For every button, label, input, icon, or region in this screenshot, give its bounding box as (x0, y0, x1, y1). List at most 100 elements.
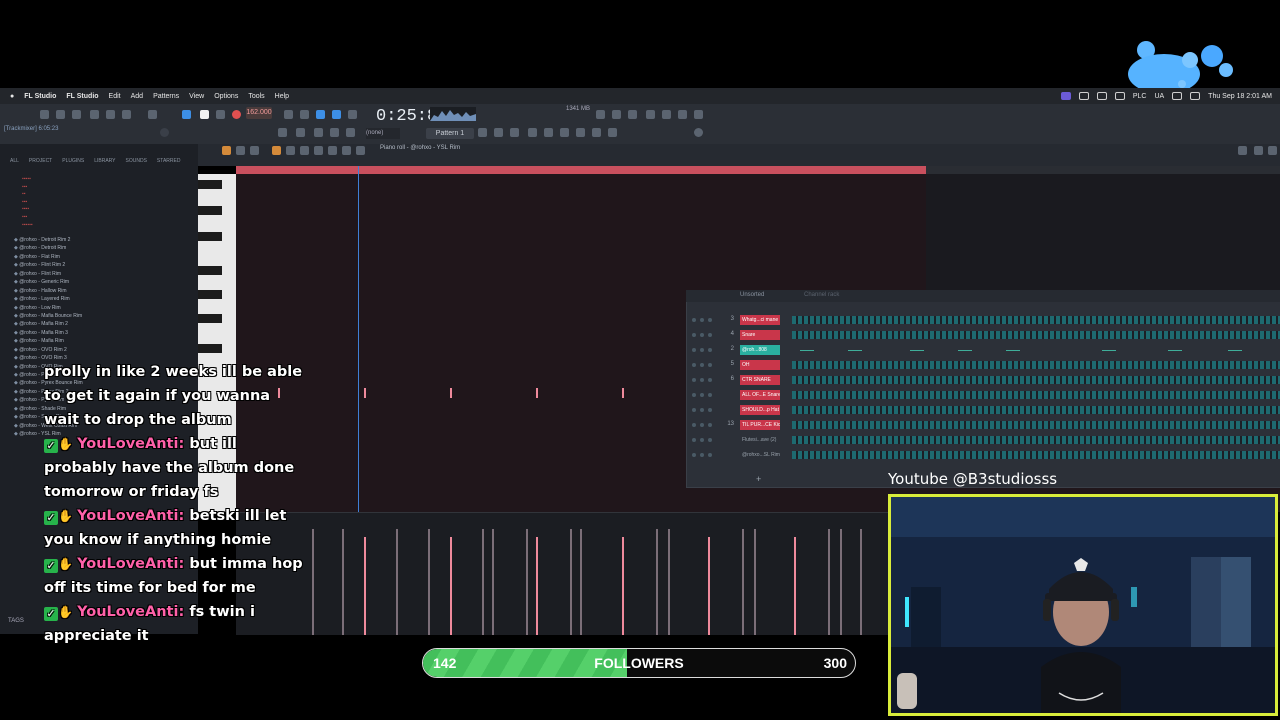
channel-name-button[interactable]: CTR SNARE (740, 375, 780, 385)
velocity-bar[interactable] (742, 529, 744, 635)
menu-fl-studio[interactable]: FL Studio (66, 93, 98, 100)
channel-controls[interactable] (692, 348, 716, 352)
menu-patterns[interactable]: Patterns (153, 93, 179, 100)
wifi-icon[interactable] (1172, 92, 1183, 100)
browser-file-item[interactable]: @rohxo - Flat Rim (14, 253, 194, 261)
browser-folder[interactable]: ▪▪▪▪▪▪ (10, 222, 70, 230)
browser-folder[interactable]: ▪▪ (10, 191, 70, 199)
step-sequencer[interactable] (792, 451, 1280, 459)
velocity-bar[interactable] (450, 537, 452, 635)
channel-controls[interactable] (692, 333, 716, 337)
piano-roll-tool-icon[interactable] (250, 146, 259, 155)
save-icon[interactable] (90, 110, 99, 119)
piano-roll-icon[interactable] (694, 110, 703, 119)
velocity-bar[interactable] (536, 537, 538, 635)
playlist-icon[interactable] (678, 110, 687, 119)
status-app-icon[interactable] (1060, 92, 1071, 100)
browser-file-item[interactable]: @rohxo - Low Rim (14, 304, 194, 312)
velocity-bar[interactable] (754, 529, 756, 635)
channel-controls[interactable] (692, 378, 716, 382)
playhead[interactable] (358, 166, 359, 512)
note[interactable] (450, 388, 452, 398)
snap-selector[interactable]: (none) (366, 128, 400, 139)
channel-name-button[interactable]: Flutesi...ave (2) (740, 435, 780, 445)
pattern-prev-icon[interactable] (478, 128, 487, 137)
tool-draw-icon[interactable] (278, 128, 287, 137)
zoom-tool-icon[interactable] (356, 146, 365, 155)
menu-edit[interactable]: Edit (109, 93, 121, 100)
black-key[interactable] (198, 290, 222, 299)
browser-file-item[interactable]: @rohxo - Detroit Rim (14, 244, 194, 252)
cpu-icon[interactable] (596, 110, 605, 119)
velocity-bar[interactable] (622, 537, 624, 635)
tab-project[interactable]: PROJECT (29, 158, 52, 168)
mute-tool-icon[interactable] (314, 146, 323, 155)
view-touch-icon[interactable] (608, 128, 617, 137)
pattern-song-toggle[interactable] (182, 110, 191, 119)
close-icon[interactable] (40, 110, 49, 119)
channel-name-button[interactable]: Whatg...ci mane (740, 315, 780, 325)
velocity-bar[interactable] (794, 537, 796, 635)
loop-icon[interactable] (300, 110, 309, 119)
menu-view[interactable]: View (189, 93, 204, 100)
add-channel-icon[interactable]: + (756, 474, 761, 484)
velocity-bar[interactable] (492, 529, 494, 635)
tab-plugins[interactable]: PLUGINS (62, 158, 84, 168)
record-icon[interactable] (122, 110, 131, 119)
channel-controls[interactable] (692, 393, 716, 397)
black-key[interactable] (198, 206, 222, 215)
velocity-bar[interactable] (708, 537, 710, 635)
browser-toggle-icon[interactable] (662, 110, 671, 119)
browser-file-item[interactable]: @rohxo - Detroit Rim 2 (14, 236, 194, 244)
channel-name-button[interactable]: SHOULD...p Hat (740, 405, 780, 415)
browser-file-item[interactable]: @rohxo - Mafia Bounce Rim (14, 312, 194, 320)
tool-delete-icon[interactable] (314, 128, 323, 137)
mixer-icon[interactable] (612, 110, 621, 119)
channel-mixer-track[interactable]: 13 (724, 421, 734, 427)
close-window-icon[interactable] (1268, 146, 1277, 155)
browser-file-item[interactable]: @rohxo - Mafia Rim 3 (14, 329, 194, 337)
view-plugin-icon[interactable] (592, 128, 601, 137)
velocity-lane[interactable] (236, 512, 888, 635)
delete-tool-icon[interactable] (300, 146, 309, 155)
step-sequencer[interactable] (792, 391, 1280, 399)
tab-starred[interactable]: STARRED (157, 158, 181, 168)
view-channel-rack-icon[interactable] (544, 128, 553, 137)
channel-mixer-track[interactable]: 5 (724, 361, 734, 367)
channel-name-button[interactable]: Snare (740, 330, 780, 340)
step-sequencer[interactable] (792, 316, 1280, 324)
tab-sounds[interactable]: SOUNDS (126, 158, 147, 168)
master-volume-knob[interactable] (694, 128, 703, 137)
browser-file-item[interactable]: @rohxo - Flint Rim (14, 270, 194, 278)
stop-icon[interactable] (216, 110, 225, 119)
plugin-icon[interactable] (628, 110, 637, 119)
channel-filter[interactable]: Unsorted (740, 292, 764, 298)
black-key[interactable] (198, 232, 222, 241)
pattern-selector[interactable]: Pattern 1 (426, 128, 474, 139)
play-icon[interactable] (200, 110, 209, 119)
browser-folder[interactable]: ▪▪▪ (10, 199, 70, 207)
snap-icon[interactable] (284, 110, 293, 119)
black-key[interactable] (198, 314, 222, 323)
pattern-next-icon[interactable] (494, 128, 503, 137)
velocity-bar[interactable] (396, 529, 398, 635)
browser-file-item[interactable]: @rohxo - Hallow Rim (14, 287, 194, 295)
channel-controls[interactable] (692, 363, 716, 367)
black-key[interactable] (198, 266, 222, 275)
paste-icon[interactable] (72, 110, 81, 119)
velocity-bar[interactable] (860, 529, 862, 635)
browser-file-item[interactable]: @rohxo - Mafia Rim (14, 337, 194, 345)
browser-folder[interactable]: ▪▪▪▪▪ (10, 176, 70, 184)
velocity-bar[interactable] (364, 537, 366, 635)
record-button[interactable] (232, 110, 241, 119)
step-sequencer[interactable] (792, 361, 1280, 369)
battery-icon[interactable] (1190, 92, 1201, 100)
step-sequencer[interactable] (792, 406, 1280, 414)
channel-name-button[interactable]: OH (740, 360, 780, 370)
velocity-bar[interactable] (668, 529, 670, 635)
channel-mixer-track[interactable]: 6 (724, 376, 734, 382)
tool-paint-icon[interactable] (296, 128, 305, 137)
channel-name-button[interactable]: @roh...808 (740, 345, 780, 355)
step-icon[interactable] (316, 110, 325, 119)
menu-options[interactable]: Options (214, 93, 238, 100)
